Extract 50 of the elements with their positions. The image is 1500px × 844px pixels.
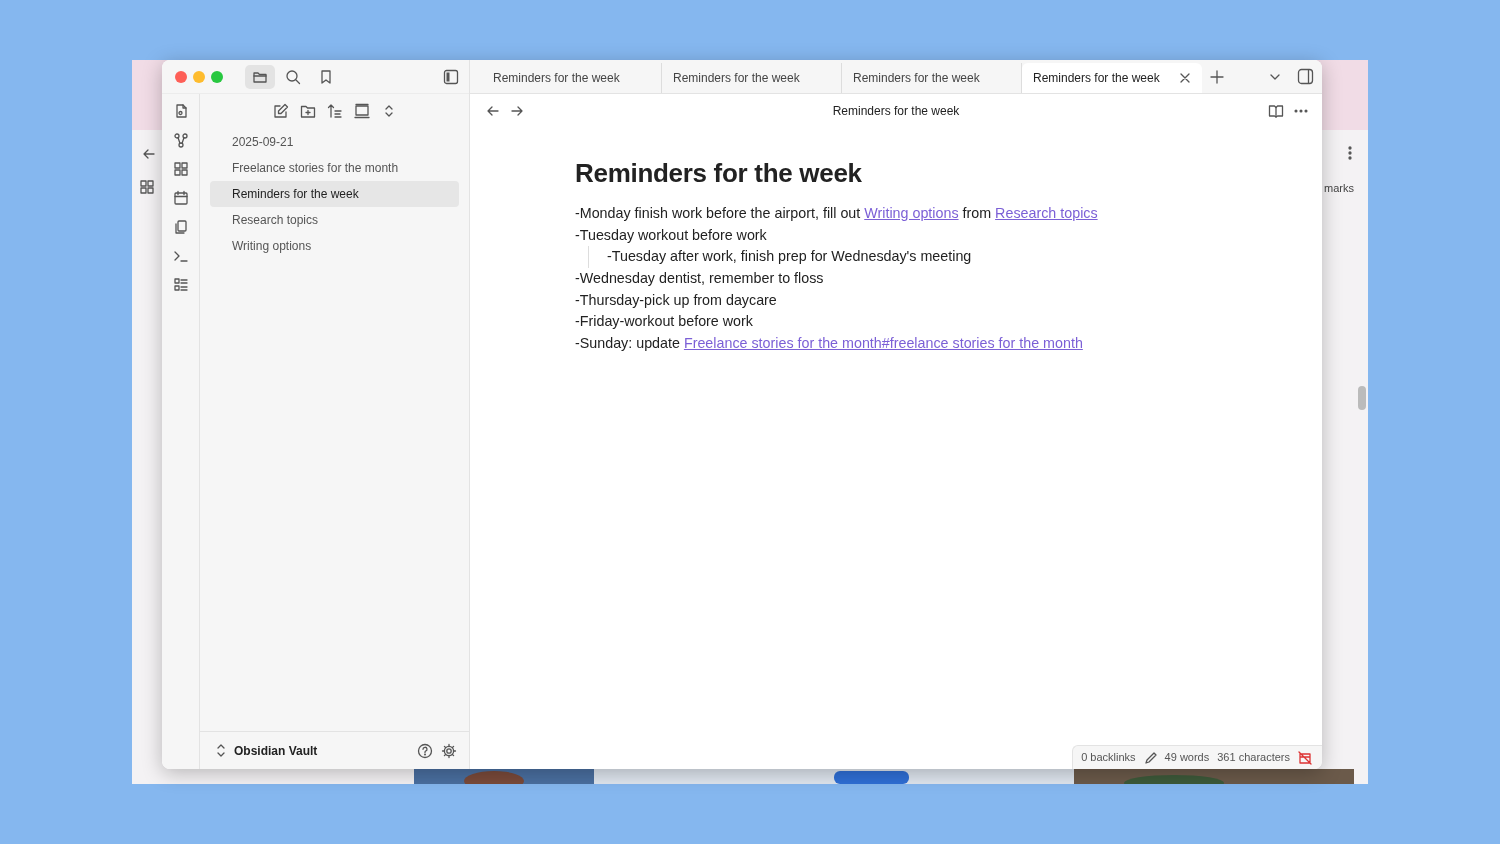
note-line: -Friday-workout before work: [575, 313, 753, 330]
backlinks-count: 0 backlinks: [1081, 750, 1136, 766]
note-line: -Tuesday workout before work: [575, 226, 767, 243]
note-line: -Monday finish work before the airport, fill out Writing options from Research topics: [575, 205, 1098, 222]
note-link[interactable]: Freelance stories for the month#freelance stories for the month: [683, 334, 1083, 351]
note-link[interactable]: Writing options: [864, 205, 959, 222]
search-icon: [285, 68, 301, 85]
file-item[interactable]: Research topics: [210, 207, 459, 233]
collapse-icon[interactable]: [353, 103, 370, 119]
note-tab[interactable]: Reminders for the week: [1022, 63, 1202, 93]
note-line: -Tuesday after work, finish prep for Wednesday's meeting: [607, 248, 972, 265]
close-window-button[interactable]: [175, 70, 187, 83]
sidebar-toggle-icon[interactable]: [1297, 68, 1314, 85]
grid-icon: [140, 180, 154, 194]
note-tab[interactable]: Reminders for the week: [482, 63, 662, 93]
scrollbar: [1358, 386, 1366, 410]
back-arrow-icon[interactable]: [486, 104, 500, 118]
settings-icon[interactable]: [441, 742, 457, 759]
sync-off-icon[interactable]: [1298, 750, 1312, 765]
file-item[interactable]: 2025-09-21: [210, 129, 459, 155]
pencil-icon[interactable]: [1143, 751, 1157, 764]
help-icon[interactable]: [417, 742, 433, 759]
vault-name[interactable]: Obsidian Vault: [234, 741, 409, 760]
plus-icon[interactable]: [1210, 69, 1224, 84]
character-count: 361 characters: [1217, 750, 1290, 766]
sidebar-toggle-icon[interactable]: [443, 68, 459, 85]
back-arrow-icon: [142, 147, 156, 161]
new-folder-icon[interactable]: [299, 103, 316, 119]
book-icon[interactable]: [1268, 103, 1284, 119]
file-item[interactable]: Freelance stories for the month: [210, 155, 459, 181]
sort-icon[interactable]: [326, 103, 343, 119]
note-link[interactable]: Research topics: [995, 205, 1098, 222]
edit-icon[interactable]: [272, 103, 289, 119]
more-icon: [1348, 146, 1352, 160]
file-item[interactable]: Writing options: [210, 233, 459, 259]
file-item[interactable]: Reminders for the week: [210, 181, 459, 207]
chevron-updown-icon[interactable]: [216, 744, 226, 757]
folder-tab[interactable]: [245, 64, 275, 89]
word-count: 49 words: [1164, 750, 1210, 766]
note-line: -Sunday: update Freelance stories for the month#freelance stories for the month: [575, 334, 1083, 351]
note-title: Reminders for the week: [575, 158, 863, 190]
forward-arrow-icon[interactable]: [510, 104, 524, 118]
more-icon[interactable]: [1294, 109, 1308, 113]
note-tab[interactable]: Reminders for the week: [662, 63, 842, 93]
bookmark-icon: [318, 68, 334, 85]
note-line: -Thursday-pick up from daycare: [575, 291, 777, 308]
note-line: -Wednesday dentist, remember to floss: [575, 269, 824, 286]
note-header-title: Reminders for the week: [831, 103, 961, 120]
bookmarks-label: marks: [1324, 181, 1354, 196]
close-icon[interactable]: [1179, 72, 1191, 84]
